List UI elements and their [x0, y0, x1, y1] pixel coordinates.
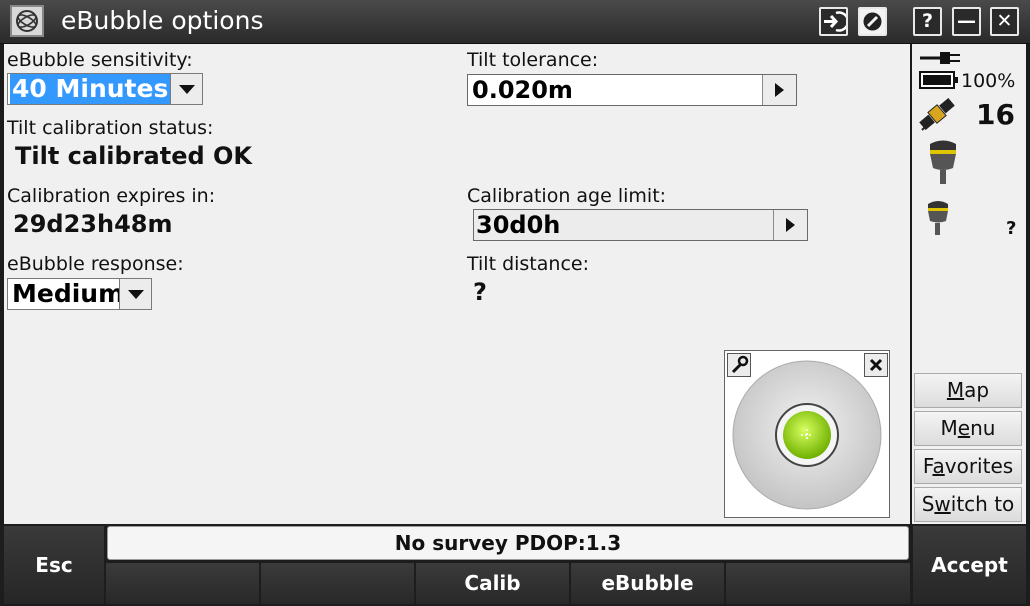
softkey-1[interactable] — [106, 563, 259, 604]
mnemonic: a — [932, 454, 945, 478]
tilt-distance-value: ? — [473, 278, 487, 306]
response-value: Medium — [12, 279, 125, 308]
map-button[interactable]: Map — [914, 373, 1022, 408]
tilt-tolerance-label: Tilt tolerance: — [467, 49, 599, 71]
response-label: eBubble response: — [7, 253, 184, 275]
mnemonic: M — [946, 378, 965, 402]
close-button[interactable]: ✕ — [990, 7, 1019, 36]
tilt-tolerance-value: 0.020m — [472, 76, 573, 104]
sensitivity-value: 40 Minutes — [10, 74, 173, 104]
expires-label: Calibration expires in: — [7, 185, 216, 207]
battery-percent: 100% — [961, 70, 1016, 92]
login-arrow-icon — [824, 11, 850, 32]
chevron-down-icon[interactable] — [170, 74, 202, 104]
switch-to-button[interactable]: Switch to — [914, 487, 1022, 522]
status-line: No survey PDOP:1.3 — [107, 526, 909, 560]
label-rest: nu — [970, 416, 996, 440]
calib-softkey[interactable]: Calib — [416, 563, 569, 604]
battery-icon[interactable] — [919, 70, 959, 90]
gnss-receiver-icon[interactable] — [926, 138, 960, 186]
calibration-status-label: Tilt calibration status: — [7, 117, 214, 139]
window-title: eBubble options — [61, 6, 264, 35]
trimble-globe-icon[interactable] — [10, 5, 44, 37]
bubble-level — [732, 360, 882, 510]
label-rest: ap — [964, 378, 990, 402]
help-button[interactable]: ? — [913, 7, 942, 36]
softkey-2[interactable] — [261, 563, 414, 604]
sensitivity-dropdown[interactable]: 40 Minutes — [7, 73, 203, 105]
arrow-right-icon[interactable] — [773, 210, 807, 240]
label-rest: vorites — [944, 454, 1014, 478]
disable-button[interactable] — [858, 7, 887, 36]
power-plug-icon[interactable] — [920, 49, 964, 67]
ebubble-softkey[interactable]: eBubble — [571, 563, 724, 604]
mnemonic: w — [934, 492, 951, 516]
favorites-button[interactable]: Favorites — [914, 449, 1022, 484]
response-dropdown[interactable]: Medium — [7, 278, 152, 310]
rover-status: ? — [1006, 218, 1017, 239]
age-limit-field[interactable]: 30d0h — [473, 209, 808, 241]
ebubble-panel[interactable] — [724, 350, 890, 518]
expires-value: 29d23h48m — [13, 210, 173, 238]
menu-button[interactable]: Menu — [914, 411, 1022, 446]
status-sidebar: 100% 16 ? Map Menu Favorites Switch to — [912, 44, 1026, 524]
login-button[interactable] — [819, 7, 850, 36]
satellite-count: 16 — [976, 98, 1015, 131]
calibration-status-value: Tilt calibrated OK — [15, 142, 253, 170]
bottom-bar: Esc No survey PDOP:1.3 Calib eBubble Acc… — [0, 524, 1030, 606]
sensitivity-label: eBubble sensitivity: — [7, 49, 193, 71]
softkey-5[interactable] — [726, 563, 910, 604]
satellite-icon[interactable] — [916, 94, 958, 134]
minimize-button[interactable]: — — [952, 7, 981, 36]
age-limit-value: 30d0h — [476, 211, 561, 239]
no-entry-icon — [863, 12, 882, 31]
accept-button[interactable]: Accept — [913, 526, 1026, 604]
tilt-distance-label: Tilt distance: — [467, 253, 589, 275]
esc-button[interactable]: Esc — [4, 526, 104, 604]
label-pre: M — [940, 416, 958, 440]
rover-receiver-icon[interactable] — [925, 199, 951, 237]
chevron-down-icon[interactable] — [119, 279, 151, 309]
label-pre: S — [921, 492, 935, 516]
arrow-right-icon[interactable] — [762, 75, 796, 105]
title-bar: eBubble options ? — ✕ — [0, 0, 1030, 44]
age-limit-label: Calibration age limit: — [467, 185, 667, 207]
label-rest: itch to — [950, 492, 1015, 516]
mnemonic: e — [957, 416, 971, 440]
tilt-tolerance-field[interactable]: 0.020m — [467, 74, 797, 106]
